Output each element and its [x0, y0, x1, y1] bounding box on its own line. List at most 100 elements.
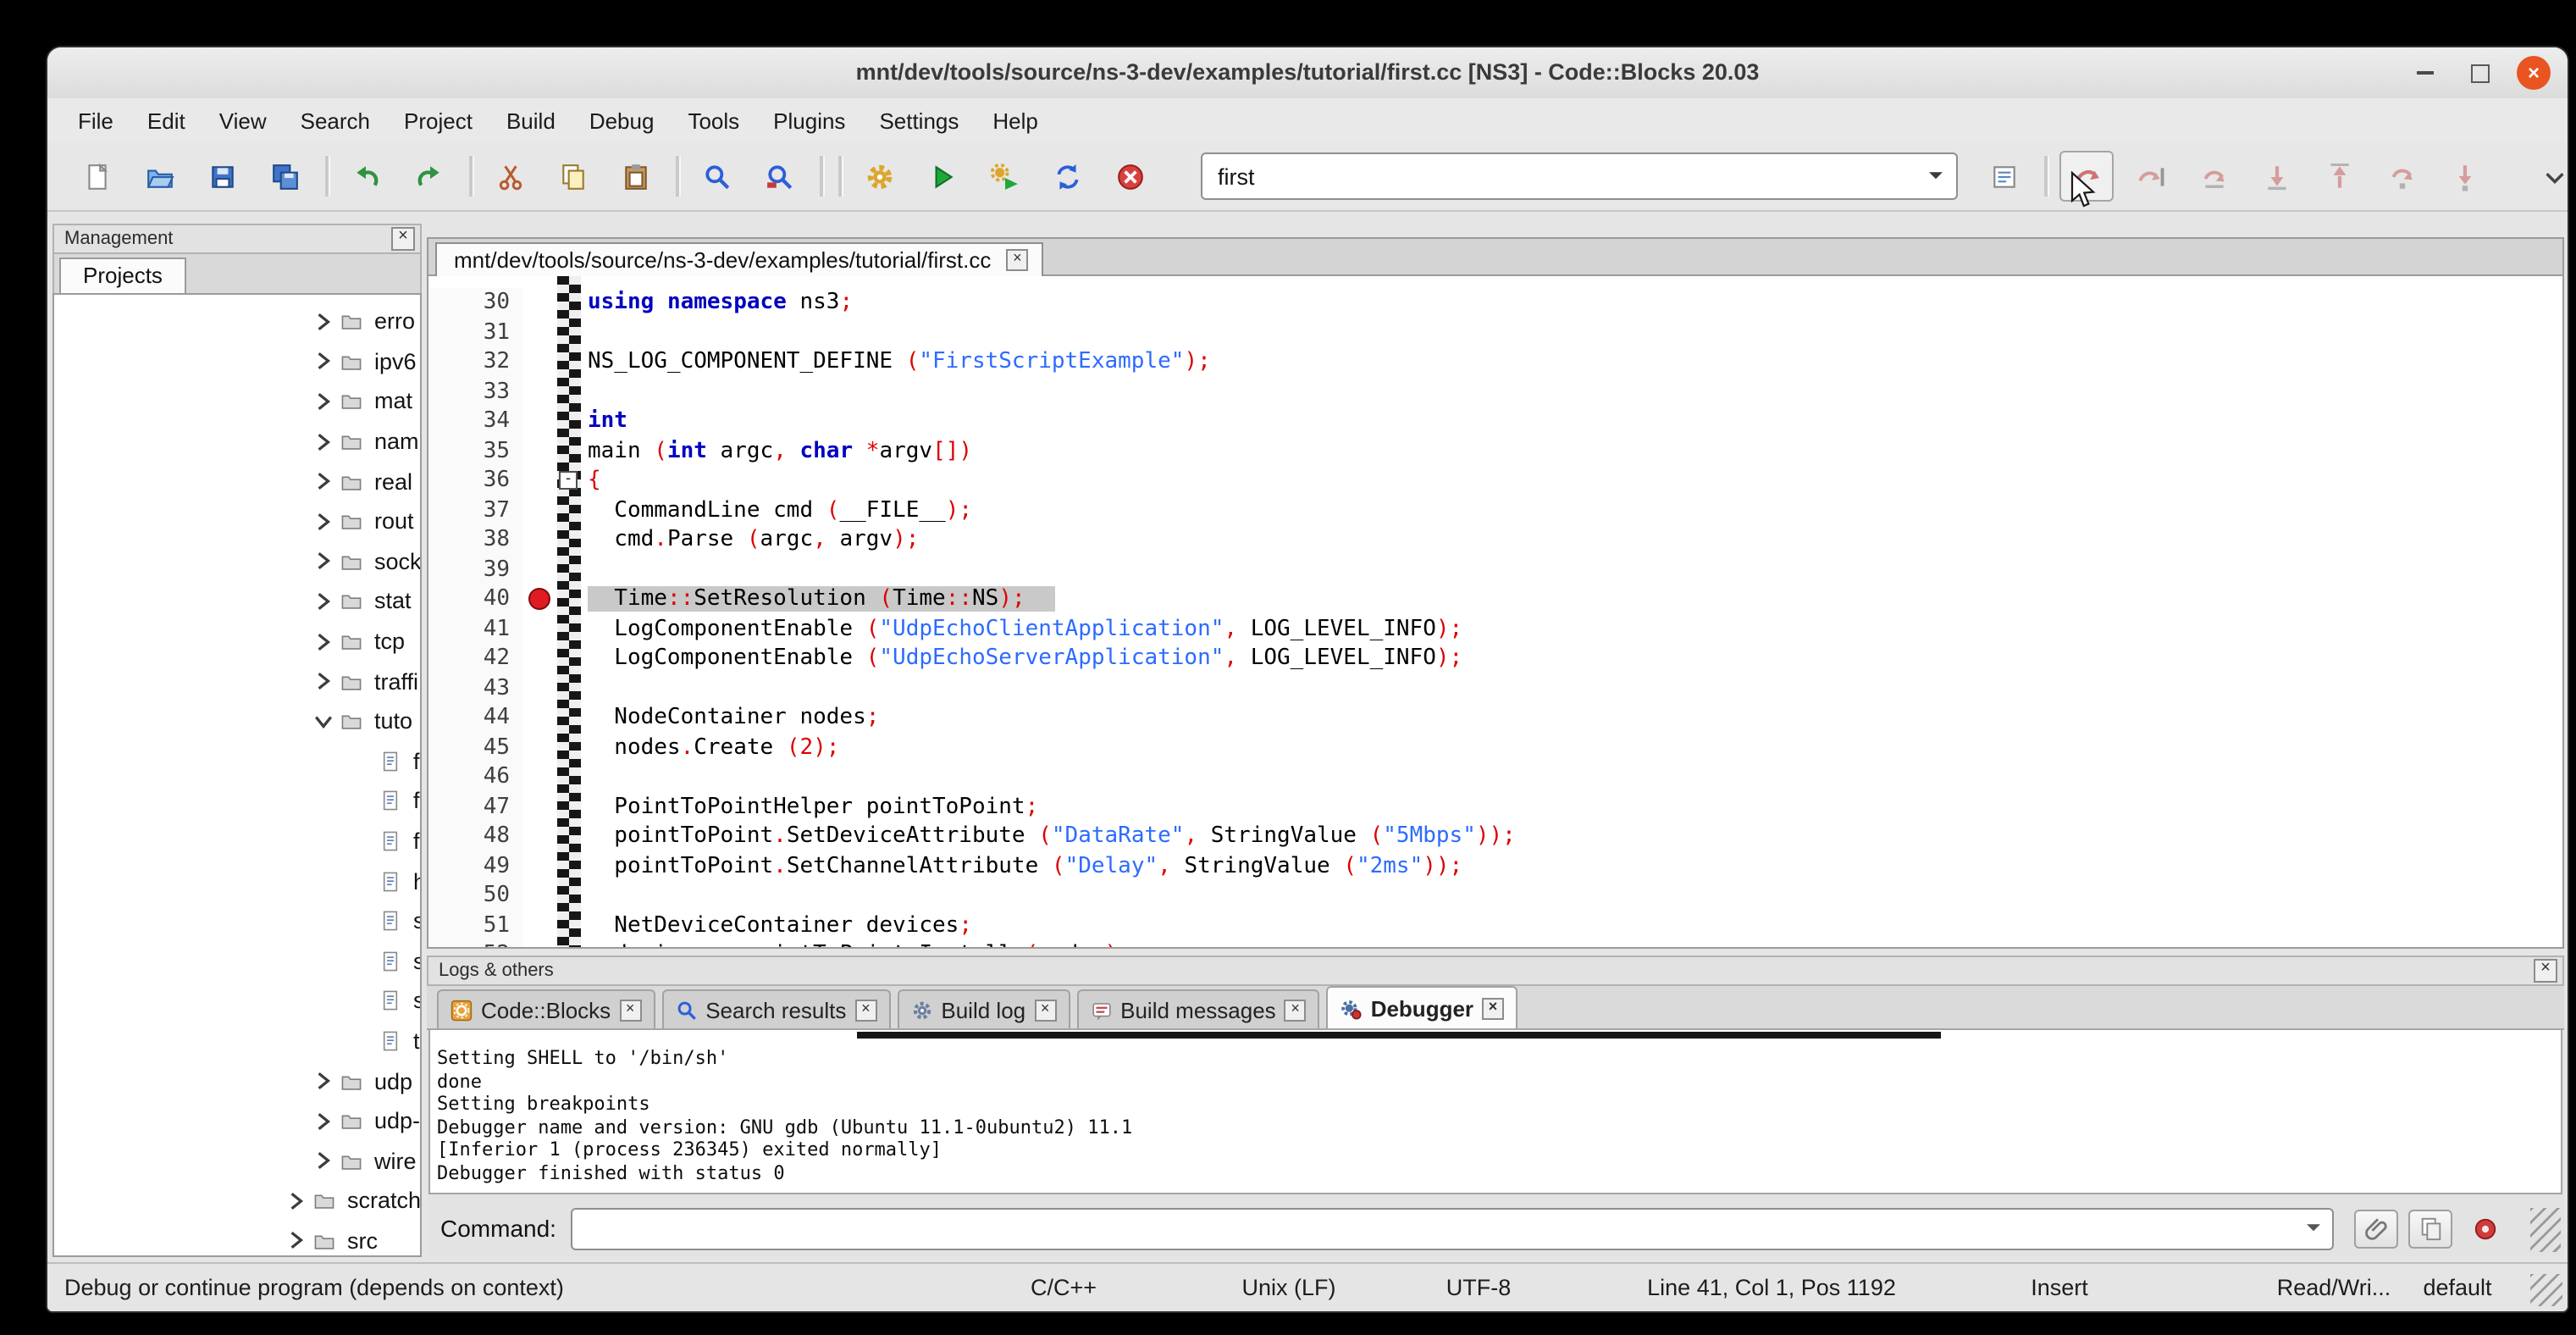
chevron-collapsed-icon[interactable] [315, 512, 335, 532]
tree-item-he[interactable]: he [54, 861, 420, 901]
open-file-button[interactable] [134, 152, 185, 200]
project-tree[interactable]: erroipv6matnamrealroutsockstattcptraffit… [53, 293, 422, 1257]
log-tab-search-results[interactable]: Search results× [661, 989, 890, 1028]
save-file-button[interactable] [196, 152, 247, 200]
chevron-collapsed-icon[interactable] [315, 671, 335, 691]
tree-item-sock[interactable]: sock [54, 541, 420, 581]
tree-item-ipv6[interactable]: ipv6 [54, 341, 420, 381]
compile-target-button[interactable] [1978, 152, 2029, 200]
record-button[interactable] [2463, 1209, 2507, 1248]
line-number[interactable]: 48 [428, 822, 523, 851]
breakpoint-margin[interactable] [523, 347, 557, 377]
redo-button[interactable] [403, 152, 454, 200]
breakpoint-margin[interactable] [523, 496, 557, 525]
chevron-collapsed-icon[interactable] [315, 391, 335, 412]
step-into-instruction-button[interactable] [2439, 152, 2490, 200]
breakpoint-margin[interactable] [523, 703, 557, 733]
code-line-40[interactable]: 40 Time::SetResolution (Time::NS); [428, 584, 2562, 614]
log-tab-build-messages[interactable]: Build messages× [1076, 989, 1320, 1028]
line-number[interactable]: 42 [428, 644, 523, 673]
run-to-cursor-button[interactable] [2125, 152, 2176, 200]
menu-file[interactable]: File [61, 102, 130, 138]
line-number[interactable]: 31 [428, 318, 523, 347]
log-tab-debugger[interactable]: Debugger× [1327, 986, 1517, 1028]
toolbar-overflow-button[interactable] [2529, 152, 2568, 200]
duplicate-button[interactable] [2408, 1209, 2452, 1248]
code-line-36[interactable]: 36{ [428, 466, 2562, 496]
close-tab-icon[interactable]: × [1285, 999, 1307, 1021]
close-panel-icon[interactable]: × [391, 227, 415, 251]
close-button[interactable]: × [2517, 56, 2551, 90]
breakpoint-margin[interactable] [523, 851, 557, 881]
close-tab-icon[interactable]: × [619, 999, 641, 1021]
step-out-button[interactable] [2313, 152, 2364, 200]
chevron-collapsed-icon[interactable] [315, 1151, 335, 1172]
rebuild-button[interactable] [1042, 152, 1092, 200]
breakpoint-margin[interactable] [523, 318, 557, 347]
code-line-43[interactable]: 43 [428, 673, 2562, 703]
step-into-button[interactable] [2251, 152, 2302, 200]
line-number[interactable]: 34 [428, 407, 523, 436]
line-number[interactable]: 33 [428, 377, 523, 407]
breakpoint-margin[interactable] [523, 525, 557, 555]
close-tab-icon[interactable]: × [1006, 249, 1028, 271]
code-line-51[interactable]: 51 NetDeviceContainer devices; [428, 911, 2562, 940]
title-bar[interactable]: mnt/dev/tools/source/ns-3-dev/examples/t… [47, 47, 2568, 100]
code-line-39[interactable]: 39 [428, 555, 2562, 584]
breakpoint-margin[interactable] [523, 614, 557, 644]
menu-search[interactable]: Search [284, 102, 387, 138]
line-number[interactable]: 38 [428, 525, 523, 555]
chevron-collapsed-icon[interactable] [315, 551, 335, 572]
tree-item-real[interactable]: real [54, 462, 420, 501]
menu-debug[interactable]: Debug [572, 102, 672, 138]
log-tab-code-blocks[interactable]: Code::Blocks× [437, 989, 655, 1028]
code-line-46[interactable]: 46 [428, 762, 2562, 792]
code-line-38[interactable]: 38 cmd.Parse (argc, argv); [428, 525, 2562, 555]
chevron-collapsed-icon[interactable] [315, 471, 335, 491]
tree-item-src[interactable]: src [54, 1221, 420, 1257]
tab-projects[interactable]: Projects [59, 258, 186, 293]
chevron-down-icon[interactable] [2295, 1210, 2330, 1246]
new-file-button[interactable] [71, 152, 122, 200]
tree-item-se[interactable]: se [54, 901, 420, 941]
code-line-44[interactable]: 44 NodeContainer nodes; [428, 703, 2562, 733]
build-target-select[interactable]: first [1201, 152, 1958, 200]
tree-item-tcp[interactable]: tcp [54, 622, 420, 662]
chevron-collapsed-icon[interactable] [315, 631, 335, 651]
code-line-49[interactable]: 49 pointToPoint.SetChannelAttribute ("De… [428, 851, 2562, 881]
chevron-collapsed-icon[interactable] [315, 352, 335, 372]
run-button[interactable] [916, 152, 967, 200]
statusbar-resize-grip[interactable] [2530, 1274, 2562, 1306]
line-number[interactable]: 44 [428, 703, 523, 733]
line-number[interactable]: 50 [428, 881, 523, 911]
chevron-collapsed-icon[interactable] [315, 1111, 335, 1131]
menu-tools[interactable]: Tools [671, 102, 756, 138]
menu-project[interactable]: Project [387, 102, 489, 138]
code-line-33[interactable]: 33 [428, 377, 2562, 407]
close-tab-icon[interactable]: × [854, 999, 876, 1021]
tree-item-stat[interactable]: stat [54, 581, 420, 621]
menu-settings[interactable]: Settings [862, 102, 976, 138]
breakpoint-margin[interactable] [523, 911, 557, 940]
code-line-41[interactable]: 41 LogComponentEnable ("UdpEchoClientApp… [428, 614, 2562, 644]
code-line-34[interactable]: 34int [428, 407, 2562, 436]
line-number[interactable]: 51 [428, 911, 523, 940]
chevron-collapsed-icon[interactable] [288, 1231, 308, 1251]
tree-item-rout[interactable]: rout [54, 501, 420, 541]
breakpoint-margin[interactable] [523, 792, 557, 822]
next-instruction-button[interactable] [2376, 152, 2427, 200]
code-line-52[interactable]: 52 devices = pointToPoint.Install (nodes… [428, 940, 2562, 949]
breakpoint-margin[interactable] [523, 555, 557, 584]
chevron-collapsed-icon[interactable] [288, 1191, 308, 1211]
menu-help[interactable]: Help [976, 102, 1055, 138]
undo-button[interactable] [340, 152, 391, 200]
next-line-button[interactable] [2188, 152, 2239, 200]
close-tab-icon[interactable]: × [1034, 999, 1056, 1021]
tree-item-se[interactable]: se [54, 941, 420, 981]
menu-view[interactable]: View [202, 102, 284, 138]
line-number[interactable]: 40 [428, 584, 523, 614]
breakpoint-margin[interactable] [523, 466, 557, 496]
line-number[interactable]: 35 [428, 436, 523, 466]
find-button[interactable] [691, 152, 742, 200]
code-line-47[interactable]: 47 PointToPointHelper pointToPoint; [428, 792, 2562, 822]
